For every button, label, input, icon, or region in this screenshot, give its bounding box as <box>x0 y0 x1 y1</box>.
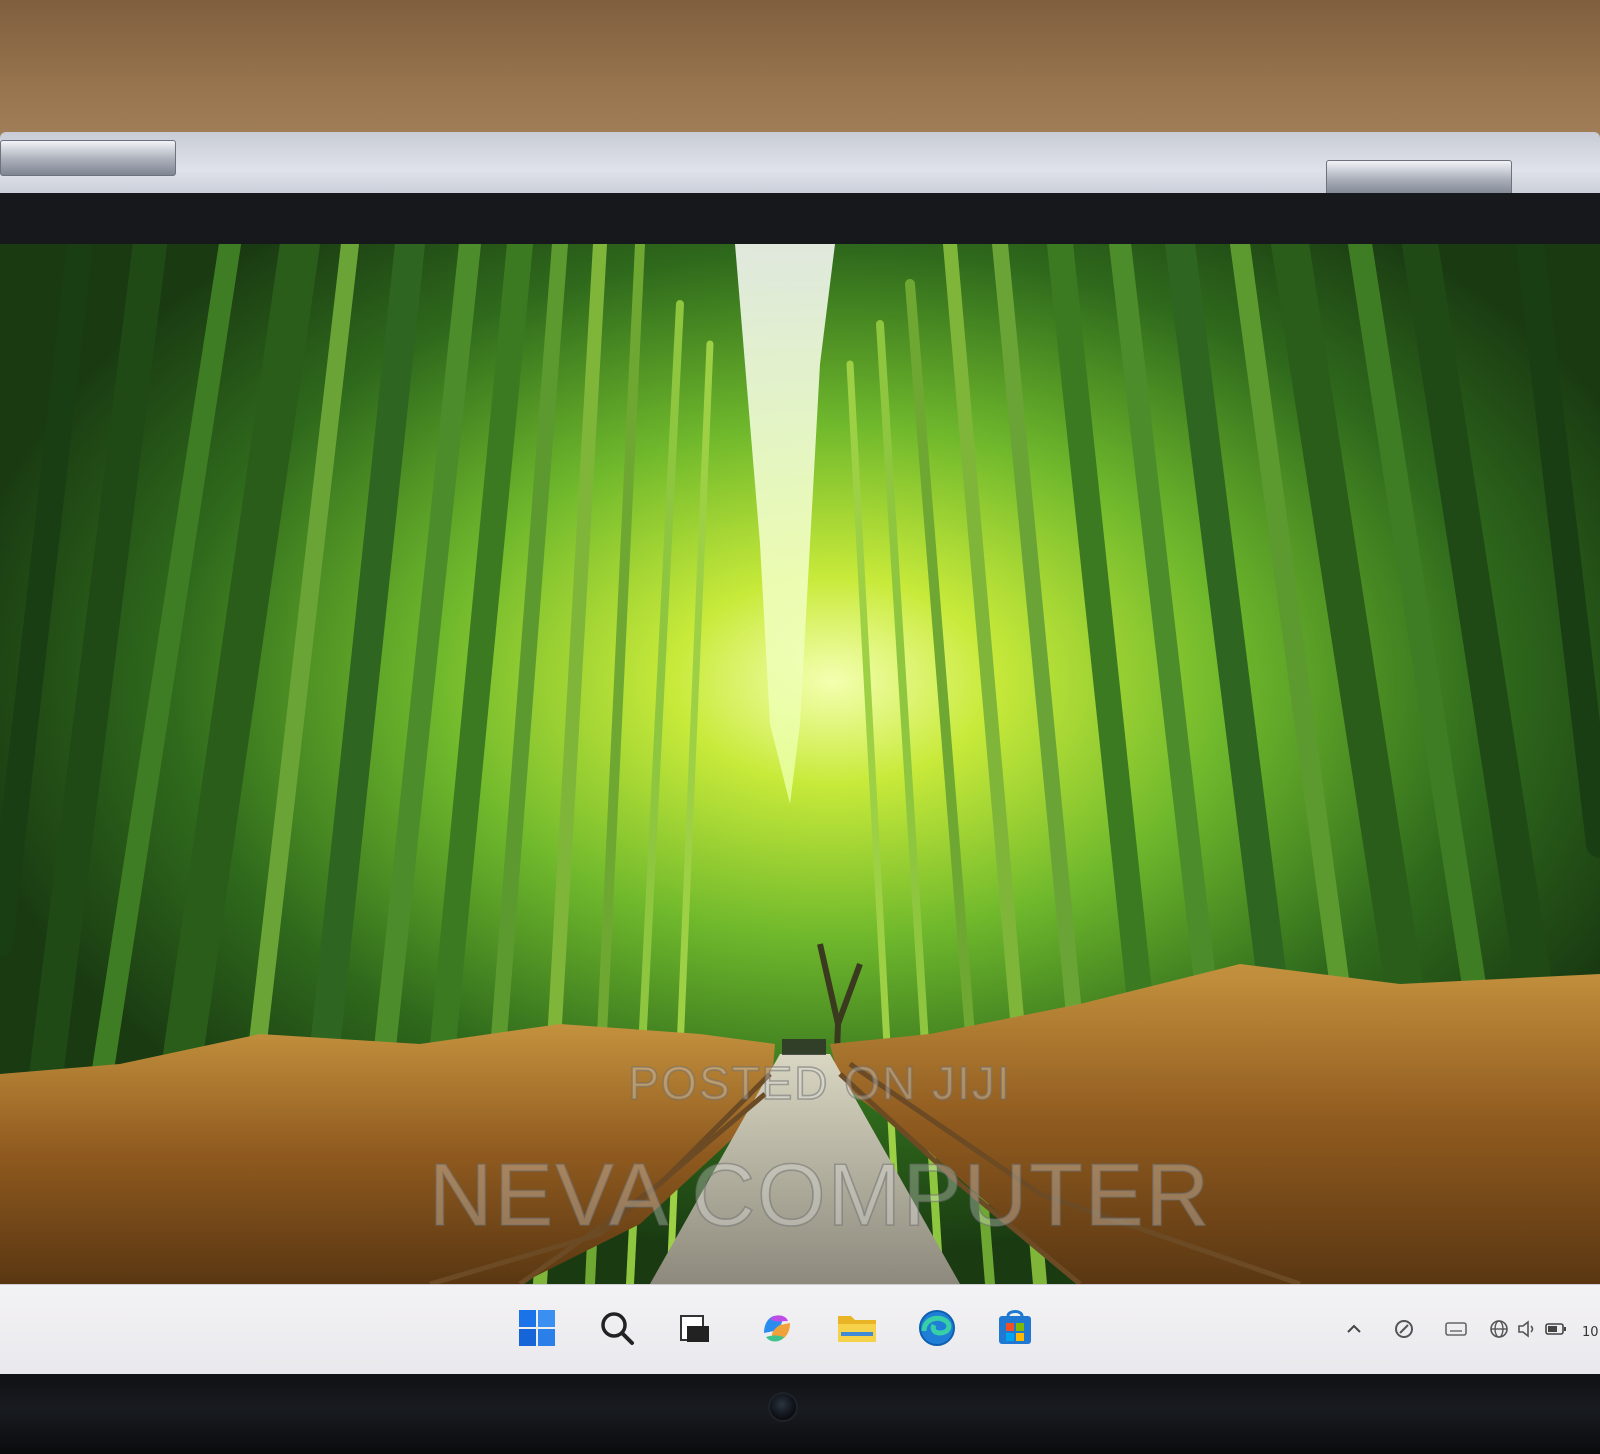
search-icon <box>601 1312 634 1345</box>
touch-keyboard-button[interactable] <box>1444 1309 1472 1349</box>
show-hidden-icons-button[interactable] <box>1344 1309 1368 1349</box>
folder-icon <box>838 1316 876 1342</box>
edge-browser-button[interactable] <box>912 1303 962 1353</box>
store-button[interactable] <box>990 1303 1040 1353</box>
hinge-right <box>1326 160 1512 196</box>
hinge-left <box>0 140 176 176</box>
desktop-wallpaper <box>0 244 1600 1284</box>
photo-of-laptop-screen: POSTED ON JIJI NEVA COMPUTER 10 <box>0 0 1600 1454</box>
taskbar: 10 <box>0 1284 1600 1374</box>
clock-partial[interactable]: 10 <box>1582 1325 1599 1340</box>
task-view-icon <box>680 1315 709 1342</box>
volume-button[interactable] <box>1516 1309 1540 1349</box>
speaker-icon <box>1518 1320 1534 1338</box>
globe-icon <box>1490 1320 1508 1338</box>
webcam-icon <box>768 1392 798 1422</box>
pen-menu-button[interactable] <box>1392 1309 1420 1349</box>
network-button[interactable] <box>1488 1309 1514 1349</box>
pen-icon <box>1395 1320 1413 1338</box>
copilot-button[interactable] <box>752 1303 802 1353</box>
chevron-up-icon <box>1347 1324 1361 1333</box>
battery-icon <box>1545 1323 1566 1335</box>
windows-logo-icon <box>519 1310 555 1346</box>
store-icon <box>999 1310 1031 1344</box>
file-explorer-button[interactable] <box>832 1303 882 1353</box>
laptop-screen: POSTED ON JIJI NEVA COMPUTER 10 <box>0 244 1600 1374</box>
task-view-button[interactable] <box>670 1303 720 1353</box>
battery-button[interactable] <box>1544 1309 1570 1349</box>
copilot-icon <box>764 1315 790 1342</box>
search-button[interactable] <box>592 1303 642 1353</box>
bottom-bezel <box>0 1374 1600 1454</box>
start-button[interactable] <box>512 1303 562 1353</box>
keyboard-icon <box>1445 1322 1467 1336</box>
edge-browser-icon <box>919 1310 955 1346</box>
